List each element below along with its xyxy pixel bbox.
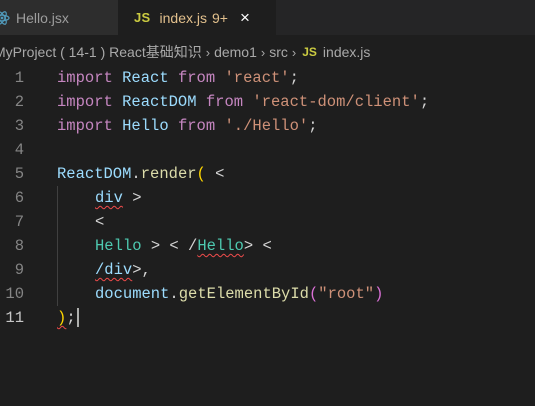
code-line[interactable]: 4 bbox=[0, 138, 535, 162]
code-token: < bbox=[205, 165, 225, 183]
code-line[interactable]: 11); bbox=[0, 306, 535, 330]
code-text: import ReactDOM from 'react-dom/client'; bbox=[57, 90, 429, 114]
code-token: ) bbox=[374, 285, 384, 303]
code-text: document.getElementById("root") bbox=[95, 282, 383, 306]
code-token: from bbox=[177, 117, 216, 135]
line-number: 11 bbox=[5, 309, 24, 327]
breadcrumb: MyProject ( 14-1 ) React基础知识 › demo1 › s… bbox=[0, 35, 535, 69]
breadcrumb-item-demo1[interactable]: demo1 bbox=[214, 44, 257, 60]
code-token: "root" bbox=[318, 285, 375, 303]
code-token: . bbox=[169, 285, 179, 303]
code-token: ( bbox=[196, 165, 206, 183]
breadcrumb-item-project[interactable]: MyProject ( 14-1 ) React基础知识 bbox=[0, 42, 202, 62]
breadcrumb-item-src[interactable]: src bbox=[269, 44, 288, 60]
problem-count-badge: 9+ bbox=[211, 9, 228, 26]
code-text: import Hello from './Hello'; bbox=[57, 114, 318, 138]
line-number: 10 bbox=[5, 285, 24, 303]
tab-bar: Hello.jsx JS index.js 9+ × bbox=[0, 0, 535, 35]
code-editor[interactable]: 1 import React from 'react'; 2 import React… bbox=[0, 66, 535, 406]
code-line[interactable]: 10 document.getElementById("root") bbox=[0, 282, 535, 306]
code-token: document bbox=[95, 285, 170, 303]
code-token: > < bbox=[243, 237, 272, 255]
code-text: div > bbox=[95, 186, 142, 210]
code-token: import bbox=[57, 93, 113, 111]
chevron-right-icon: › bbox=[205, 44, 211, 60]
line-number: 5 bbox=[14, 165, 24, 183]
line-number: 8 bbox=[14, 237, 24, 255]
line-number: 3 bbox=[14, 117, 24, 135]
code-token: 'react-dom/client' bbox=[252, 93, 420, 111]
code-token: ; bbox=[419, 93, 430, 111]
code-token: . bbox=[131, 165, 141, 183]
code-token: import bbox=[57, 69, 113, 87]
line-number: 2 bbox=[14, 93, 24, 111]
code-line[interactable]: 9/div>, bbox=[0, 258, 535, 282]
code-line[interactable]: 1 import React from 'react'; bbox=[0, 66, 535, 90]
close-icon[interactable]: × bbox=[240, 9, 250, 26]
code-token: import bbox=[57, 117, 113, 135]
code-token: < bbox=[95, 213, 105, 231]
code-token: /div bbox=[95, 261, 133, 279]
code-token: React bbox=[122, 69, 169, 87]
line-number: 4 bbox=[14, 141, 24, 159]
code-token: ; bbox=[289, 69, 299, 87]
line-number: 9 bbox=[14, 261, 24, 279]
react-icon bbox=[0, 10, 10, 25]
chevron-right-icon: › bbox=[260, 44, 266, 60]
code-token: div bbox=[95, 189, 123, 207]
code-token: > < / bbox=[141, 237, 198, 255]
code-token: ; bbox=[66, 309, 76, 327]
js-file-icon: JS bbox=[302, 45, 317, 59]
js-file-icon: JS bbox=[134, 10, 151, 25]
code-token: ) bbox=[57, 309, 67, 327]
code-token: ; bbox=[308, 117, 318, 135]
code-token: './Hello' bbox=[224, 117, 309, 135]
code-line[interactable]: 3 import Hello from './Hello'; bbox=[0, 114, 535, 138]
code-text: import React from 'react'; bbox=[57, 66, 299, 90]
code-text: < bbox=[95, 210, 104, 234]
code-text: /div>, bbox=[95, 258, 151, 282]
code-token: Hello bbox=[197, 237, 244, 255]
code-line[interactable]: 2 import ReactDOM from 'react-dom/client'… bbox=[0, 90, 535, 114]
code-token: ReactDOM bbox=[122, 93, 197, 111]
code-line[interactable]: 5 ReactDOM.render( < bbox=[0, 162, 535, 186]
line-number: 6 bbox=[14, 189, 24, 207]
code-token: from bbox=[177, 69, 216, 87]
code-token: ReactDOM bbox=[57, 165, 132, 183]
code-token: getElementById bbox=[178, 285, 309, 303]
tab-index-js[interactable]: JS index.js 9+ × bbox=[118, 0, 276, 35]
text-cursor bbox=[76, 308, 79, 328]
code-token: >, bbox=[132, 261, 151, 279]
code-token: 'react' bbox=[224, 69, 290, 87]
tab-label: Hello.jsx bbox=[16, 9, 69, 26]
code-token: > bbox=[122, 189, 142, 207]
tab-hello-jsx[interactable]: Hello.jsx bbox=[0, 0, 118, 35]
code-token: ( bbox=[308, 285, 319, 303]
line-number: 7 bbox=[14, 213, 24, 231]
code-line[interactable]: 6 div > bbox=[0, 186, 535, 210]
code-token: Hello bbox=[122, 117, 169, 135]
chevron-right-icon: › bbox=[291, 44, 297, 60]
tab-label: index.js bbox=[159, 9, 207, 26]
code-token: render bbox=[140, 165, 197, 183]
line-number: 1 bbox=[14, 69, 24, 87]
code-token: Hello bbox=[95, 237, 142, 255]
breadcrumb-item-file[interactable]: index.js bbox=[323, 44, 370, 60]
code-text: ); bbox=[57, 306, 79, 330]
code-text: ReactDOM.render( < bbox=[57, 162, 224, 186]
code-line[interactable]: 7 < bbox=[0, 210, 535, 234]
code-token: from bbox=[205, 93, 244, 111]
code-line[interactable]: 8 Hello > < /Hello> < bbox=[0, 234, 535, 258]
code-text: Hello > < /Hello> < bbox=[95, 234, 272, 258]
